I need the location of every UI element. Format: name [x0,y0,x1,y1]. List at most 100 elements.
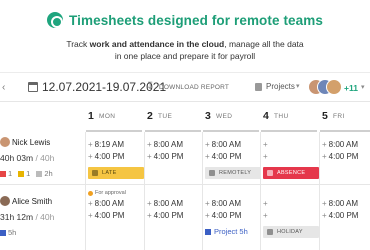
stat-value: 2h [44,169,53,178]
time-value: 8:19 AM [94,140,125,149]
download-report-button[interactable]: DOWNLOAD REPORT [159,84,229,91]
employee-stats: 5h [0,228,16,237]
clock-out[interactable]: + [263,151,319,163]
day-column-header: 1 MON [86,102,144,132]
hero-subtitle: Track work and attendance in the cloud, … [0,38,370,62]
day-column-header: 4 THU [261,102,319,132]
approval-label: For approval [95,190,126,196]
clock-out[interactable]: +4:00 PM [205,210,261,222]
chevron-down-icon[interactable]: ▾ [361,83,365,91]
clock-in[interactable]: + [263,139,319,151]
stat-value: 1 [26,169,31,178]
hero-banner: Timesheets designed for remote teams Tra… [0,0,370,72]
project-entry[interactable]: Project 5h [205,226,261,237]
chevron-left-icon[interactable]: ‹ [2,82,5,93]
timesheet-cell[interactable]: +8:00 AM +4:00 PM [322,198,370,222]
more-members-count[interactable]: +11 [344,83,358,93]
column-divider [319,132,320,250]
day-header: 1 MON 2 TUE 3 WED 4 THU 5 FRI [0,102,370,132]
worked-hours: 31h 12m / 40h [0,212,54,222]
timesheet-cell[interactable]: +8:00 AM +4:00 PM [147,198,203,222]
clock-in[interactable]: +8:00 AM [322,198,370,210]
holiday-tag[interactable]: HOLIDAY [263,226,319,238]
avatar[interactable] [0,196,10,206]
day-number: 5 [322,110,328,122]
time-value: 4:00 PM [328,152,359,161]
employee-row-header[interactable]: Alice Smith 31h 12m / 40h 5h [0,195,85,245]
avatar[interactable] [326,79,342,95]
clock-in[interactable]: +8:00 AM [88,198,144,210]
clock-in[interactable]: +8:00 AM [322,139,370,151]
clock-in[interactable]: +8:00 AM [205,198,261,210]
time-value: 8:00 AM [328,199,359,208]
day-column-header: 2 TUE [145,102,203,132]
timesheet-cell[interactable]: For approval +8:00 AM +4:00 PM [88,188,144,222]
timesheet-cell[interactable]: +8:00 AM +4:00 PM REMOTELY [205,139,261,179]
clock-in[interactable]: +8:00 AM [205,139,261,151]
hero-title: Timesheets designed for remote teams [69,12,323,28]
clock-in[interactable]: +8:00 AM [147,139,203,151]
flag-icon [18,170,25,177]
time-value: 4:00 PM [328,211,359,220]
approval-status[interactable]: For approval [88,188,144,198]
stat-value: 5h [8,228,17,237]
clock-in[interactable]: + [263,198,319,210]
day-number: 4 [263,110,269,122]
clock-out[interactable]: +4:00 PM [88,210,144,222]
flag-icon [0,170,6,177]
chevron-down-icon[interactable]: ▾ [296,82,300,90]
employee-row-header[interactable]: Nick Lewis 40h 03m / 40h 1 1 2h [0,136,85,184]
timesheet-cell[interactable]: +8:00 AM +4:00 PM Project 5h [205,198,261,237]
clock-in[interactable]: +8:19 AM [88,139,144,151]
late-tag[interactable]: LATE [88,167,144,179]
time-value: 4:00 PM [211,152,242,161]
download-icon[interactable]: ↧ [146,81,156,92]
hours-target: / 40h [33,212,55,222]
stat-late: 1 [18,169,30,178]
day-divider [203,130,259,132]
clock-out[interactable]: +4:00 PM [205,151,261,163]
stat-project: 5h [0,228,16,237]
clock-out[interactable]: +4:00 PM [88,151,144,163]
timesheet-cell[interactable]: +8:19 AM +4:00 PM LATE [88,139,144,179]
absence-tag[interactable]: ABSENCE [263,167,319,179]
remote-tag[interactable]: REMOTELY [205,167,261,179]
row-divider [0,184,370,185]
weekday-label: FRI [333,113,345,120]
team-avatars[interactable] [308,79,344,97]
timesheet-toolbar: ‹ 12.07.2021-19.07.2021 ↧ DOWNLOAD REPOR… [0,72,370,102]
timesheet-cell[interactable]: +8:00 AM +4:00 PM [147,139,203,163]
weekday-label: WED [216,113,233,120]
stat-value: 1 [8,169,13,178]
employee-name[interactable]: Alice Smith [12,197,52,206]
hero-title-row: Timesheets designed for remote teams [0,12,370,28]
stat-overtime: 2h [36,169,53,178]
time-value: 4:00 PM [94,211,125,220]
clock-out[interactable]: +4:00 PM [147,210,203,222]
column-divider [85,132,86,250]
clock-out[interactable]: +4:00 PM [147,151,203,163]
clock-out[interactable]: +4:00 PM [322,210,370,222]
day-column-header: 5 FRI [320,102,370,132]
projects-dropdown[interactable]: Projects [266,82,295,91]
timesheet-cell[interactable]: + + ABSENCE [263,139,319,179]
employee-name[interactable]: Nick Lewis [12,138,50,147]
brand-logo-icon [47,12,64,28]
time-value: 8:00 AM [153,199,184,208]
timesheet-cell[interactable]: +8:00 AM +4:00 PM [322,139,370,163]
timesheet-cell[interactable]: + + HOLIDAY [263,198,319,238]
hours-worked: 40h 03m [0,153,34,163]
calendar-icon[interactable] [28,82,38,92]
time-value: 8:00 AM [211,199,242,208]
time-value: 4:00 PM [153,152,184,161]
hero-sub-bold: work and attendance in the cloud [89,39,225,49]
time-value: 4:00 PM [94,152,125,161]
clock-out[interactable]: + [263,210,319,222]
clock-out[interactable]: +4:00 PM [322,151,370,163]
projects-icon[interactable] [255,83,262,91]
clock-in[interactable]: +8:00 AM [147,198,203,210]
hero-sub-line2: in one place and prepare it for payroll [114,51,256,61]
hero-sub-post: , manage all the data [224,39,304,49]
avatar[interactable] [0,137,10,147]
project-icon [0,229,6,236]
